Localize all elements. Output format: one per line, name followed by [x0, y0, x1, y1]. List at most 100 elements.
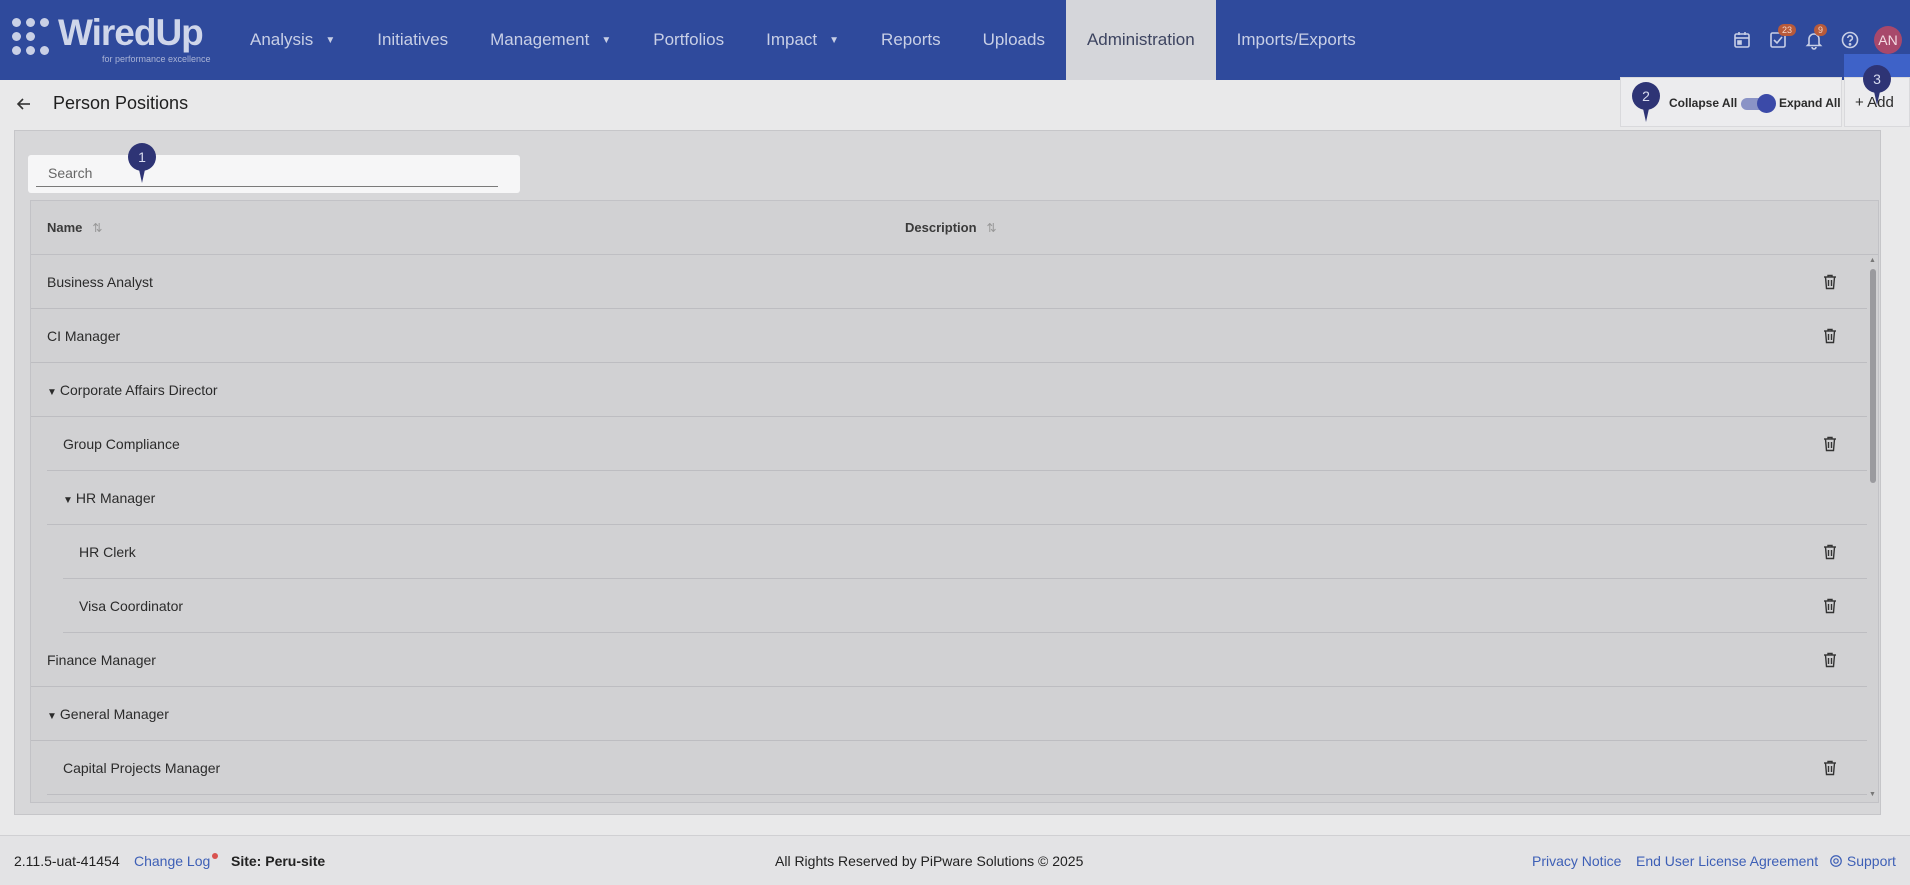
grid-rows: Business Analyst CI Manager ▼ Corporate Aff… [31, 255, 1867, 795]
table-row[interactable]: Visa Coordinator [63, 579, 1867, 633]
tour-marker-1[interactable]: 1 [128, 143, 156, 185]
nav-uploads[interactable]: Uploads [962, 0, 1066, 80]
row-name: CI Manager [47, 328, 120, 344]
row-name-text: Corporate Affairs Director [59, 382, 218, 398]
row-name-text: General Manager [59, 706, 169, 722]
trash-icon[interactable] [1822, 327, 1838, 344]
expand-triangle-icon[interactable]: ▼ [47, 387, 57, 398]
bell-icon[interactable]: 9 [1796, 22, 1832, 58]
positions-grid: Name ⇅ Description ⇅ Business Analyst CI Ma… [30, 200, 1879, 803]
nav-reports[interactable]: Reports [860, 0, 962, 80]
row-name-text: HR Manager [75, 490, 156, 506]
trash-icon[interactable] [1822, 273, 1838, 290]
eula-link[interactable]: End User License Agreement [1636, 853, 1818, 869]
row-name: Capital Projects Manager [63, 760, 220, 776]
search-container [28, 155, 520, 193]
logo-dots-icon [12, 18, 54, 60]
nav-imports-exports[interactable]: Imports/Exports [1216, 0, 1377, 80]
row-name: Business Analyst [47, 274, 153, 290]
sort-icon[interactable]: ⇅ [987, 221, 997, 235]
grid-header: Name ⇅ Description ⇅ [31, 201, 1878, 255]
row-name: ▼ HR Manager [63, 490, 155, 506]
table-row[interactable]: ▼ General Manager [31, 687, 1867, 741]
calendar-icon[interactable] [1724, 22, 1760, 58]
main-menu: Analysis ▼ Initiatives Management ▼ Portfolio… [229, 0, 1377, 80]
wiredup-logo[interactable]: WiredUp for performance excellence [12, 12, 217, 66]
collapse-all-label[interactable]: Collapse All [1669, 96, 1737, 110]
nav-management[interactable]: Management ▼ [469, 0, 632, 80]
tour-marker-2[interactable]: 2 [1632, 82, 1660, 124]
chevron-down-icon: ▼ [829, 34, 840, 46]
table-row[interactable]: Group Compliance [47, 417, 1867, 471]
tasks-icon[interactable]: 23 [1760, 22, 1797, 58]
table-row[interactable]: CI Manager [31, 309, 1867, 363]
new-indicator-dot [212, 853, 219, 859]
scroll-up-arrow-icon[interactable]: ▲ [1869, 257, 1876, 264]
page-title: Person Positions [53, 93, 189, 113]
change-log-link[interactable]: Change Log [134, 853, 219, 869]
site-label: Site: Peru-site [231, 853, 326, 869]
user-avatar[interactable]: AN [1874, 26, 1902, 54]
row-name: Visa Coordinator [79, 598, 183, 614]
row-name: Group Compliance [63, 436, 180, 452]
expand-all-label[interactable]: Expand All [1779, 96, 1841, 110]
search-input[interactable] [36, 159, 498, 187]
table-row[interactable]: ▼ Corporate Affairs Director [31, 363, 1867, 417]
trash-icon[interactable] [1822, 651, 1838, 668]
row-name-text: CI Manager [47, 328, 121, 344]
table-row[interactable]: Business Analyst [31, 255, 1867, 309]
nav-portfolios[interactable]: Portfolios [632, 0, 745, 80]
logo-tagline: for performance excellence [102, 54, 211, 64]
table-row[interactable]: HR Clerk [63, 525, 1867, 579]
privacy-notice-link[interactable]: Privacy Notice [1532, 853, 1621, 869]
footer: 2.11.5-uat-41454 Change Log Site: Peru-s… [0, 835, 1910, 885]
scroll-down-arrow-icon[interactable]: ▼ [1869, 791, 1876, 798]
row-name: Finance Manager [47, 652, 156, 668]
expand-triangle-icon[interactable]: ▼ [63, 495, 73, 506]
column-header-name[interactable]: Name ⇅ [47, 220, 102, 235]
top-nav: WiredUp for performance excellence Analy… [0, 0, 1910, 80]
help-icon[interactable] [1832, 22, 1868, 58]
nav-item-label: Analysis [250, 30, 314, 49]
app-version: 2.11.5-uat-41454 [14, 853, 120, 869]
expand-triangle-icon[interactable]: ▼ [47, 711, 57, 722]
notifications-badge: 9 [1814, 24, 1828, 36]
column-header-description[interactable]: Description ⇅ [905, 220, 997, 235]
trash-icon[interactable] [1822, 759, 1838, 776]
row-name: ▼ General Manager [47, 706, 169, 722]
back-arrow-icon[interactable] [14, 94, 34, 114]
nav-initiatives[interactable]: Initiatives [356, 0, 469, 80]
row-name-text: Finance Manager [47, 652, 156, 668]
row-name-text: Group Compliance [63, 436, 180, 452]
nav-item-label: Administration [1086, 30, 1195, 49]
nav-item-label: Management [490, 30, 590, 49]
chevron-down-icon: ▼ [325, 34, 336, 46]
grid-scrollbar[interactable]: ▲ ▼ [1867, 255, 1878, 802]
logo-text: WiredUp [58, 12, 204, 53]
table-row[interactable]: Finance Manager [31, 633, 1867, 687]
nav-item-label: Uploads [982, 30, 1045, 49]
trash-icon[interactable] [1822, 435, 1838, 452]
scrollbar-thumb[interactable] [1870, 269, 1876, 483]
nav-item-label: Initiatives [377, 30, 449, 49]
chevron-down-icon: ▼ [601, 34, 612, 46]
expand-all-toggle[interactable] [1741, 94, 1776, 113]
table-row[interactable]: ▼ HR Manager [47, 471, 1867, 525]
tasks-badge: 23 [1778, 24, 1797, 36]
sort-icon[interactable]: ⇅ [92, 221, 102, 235]
table-row[interactable]: Capital Projects Manager [47, 741, 1867, 795]
row-name: HR Clerk [79, 544, 136, 560]
trash-icon[interactable] [1822, 543, 1838, 560]
row-name-text: Visa Coordinator [79, 598, 184, 614]
nav-item-label: Portfolios [653, 30, 725, 49]
nav-impact[interactable]: Impact ▼ [745, 0, 860, 80]
support-link[interactable]: Support [1829, 853, 1896, 869]
row-name-text: HR Clerk [79, 544, 136, 560]
row-name: ▼ Corporate Affairs Director [47, 382, 218, 398]
tour-marker-3[interactable]: 3 [1863, 65, 1891, 107]
nav-analysis[interactable]: Analysis ▼ [229, 0, 356, 80]
trash-icon[interactable] [1822, 597, 1838, 614]
nav-administration[interactable]: Administration [1065, 0, 1216, 80]
copyright-text: All Rights Reserved by PiPware Solutions… [775, 853, 1084, 869]
support-icon [1830, 855, 1842, 867]
